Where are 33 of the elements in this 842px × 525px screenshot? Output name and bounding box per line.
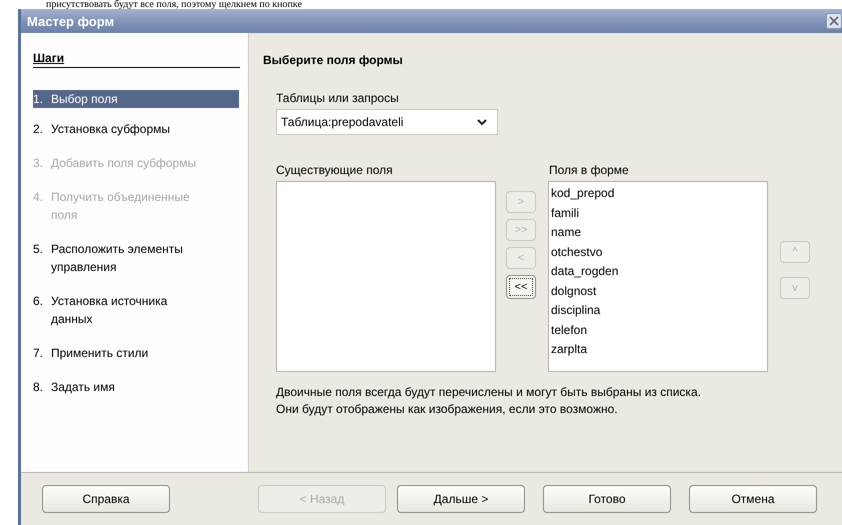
list-item[interactable]: zarplta xyxy=(551,340,765,360)
list-item[interactable]: telefon xyxy=(551,320,765,340)
step-item[interactable]: 6. Установка источника данных xyxy=(33,292,239,328)
list-label: Существующие поля xyxy=(276,163,394,177)
info-text: Двоичные поля всегда будут перечислены и могут быть выбраны из списка. Они будут отображены как изображения, если это возможно. xyxy=(276,384,702,418)
field-label: Таблицы или запросы xyxy=(276,91,400,105)
step-item[interactable]: 1. Выбор поля xyxy=(33,90,239,108)
step-item[interactable]: 2. Установка субформы xyxy=(33,120,239,138)
chevron-down-icon xyxy=(477,118,487,126)
form-fields-list[interactable]: kod_prepod famili name otchestvo data_rogden dolgnost disciplina telefon zarplta xyxy=(548,181,768,372)
step-item[interactable]: 5. Расположить элементы управления xyxy=(33,240,239,276)
list-item[interactable]: dolgnost xyxy=(551,282,765,301)
page-heading: Выберите поля формы xyxy=(263,53,404,67)
list-item[interactable]: name xyxy=(551,223,765,242)
list-item[interactable]: kod_prepod xyxy=(551,184,765,204)
tables-dropdown[interactable]: Таблица:prepodavateli xyxy=(276,109,498,135)
list-item[interactable]: disciplina xyxy=(551,301,765,320)
list-item[interactable]: otchestvo xyxy=(551,242,765,262)
close-icon[interactable] xyxy=(826,13,842,29)
list-label: Поля в форме xyxy=(549,163,630,177)
steps-heading: Шаги xyxy=(33,51,240,68)
window-title: Мастер форм xyxy=(27,14,114,28)
step-item[interactable]: 8. Задать имя xyxy=(33,378,239,396)
document-text: присутствовать будут все поля, поэтому щелкнем по кнопке xyxy=(45,0,303,9)
dialog-button[interactable]: Отмена xyxy=(689,485,817,513)
dialog-button[interactable]: Дальше > xyxy=(397,485,525,513)
list-item[interactable]: famili xyxy=(551,204,765,223)
existing-fields-list[interactable] xyxy=(276,181,496,372)
help-button[interactable]: Справка xyxy=(42,485,170,513)
dialog-button[interactable]: Готово xyxy=(543,485,671,513)
move-button[interactable]: << xyxy=(506,275,536,299)
step-item[interactable]: 7. Применить стили xyxy=(33,344,239,362)
list-item[interactable]: data_rogden xyxy=(551,262,765,282)
